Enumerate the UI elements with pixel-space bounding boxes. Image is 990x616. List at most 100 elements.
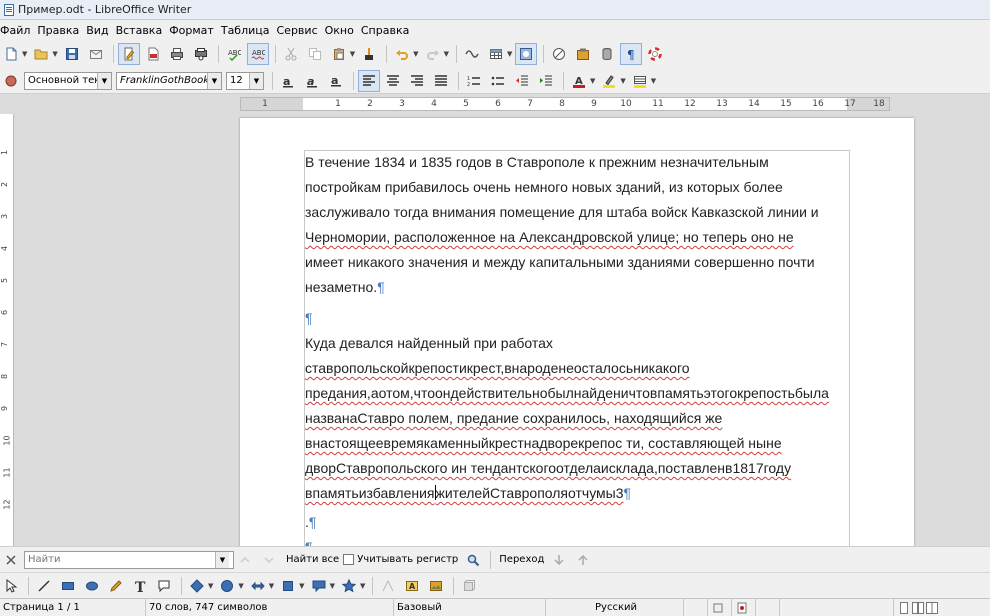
find-previous-button[interactable] xyxy=(234,549,256,571)
find-next-button[interactable] xyxy=(258,549,280,571)
undo-dropdown-arrow[interactable]: ▼ xyxy=(413,50,418,58)
menu-window[interactable]: Окно xyxy=(325,24,361,37)
undo-button[interactable] xyxy=(391,43,413,65)
menu-table[interactable]: Таблица xyxy=(221,24,277,37)
font-color-button[interactable]: A xyxy=(568,70,590,92)
page-indicator[interactable]: Страница 1 / 1 xyxy=(0,598,146,616)
edit-mode-button[interactable] xyxy=(117,43,140,65)
symbol-shapes-button[interactable] xyxy=(216,575,238,597)
menu-file[interactable]: Файл xyxy=(0,24,37,37)
vertical-ruler[interactable]: 1 2 3 4 5 6 7 8 9 10 11 12 xyxy=(0,114,14,546)
justify-button[interactable] xyxy=(430,70,452,92)
print-button[interactable] xyxy=(166,43,188,65)
paragraph-1[interactable]: В течение 1834 и 1835 годов в Ставрополе… xyxy=(305,150,853,300)
search-input[interactable] xyxy=(25,554,215,565)
navigate-up-button[interactable] xyxy=(572,549,594,571)
select-button[interactable] xyxy=(0,575,22,597)
rectangle-button[interactable] xyxy=(57,575,79,597)
font-size-combo[interactable]: 12 ▼ xyxy=(226,71,264,90)
symbol-shapes-dropdown-arrow[interactable]: ▼ xyxy=(238,582,243,590)
match-case-checkbox[interactable] xyxy=(343,554,355,565)
horizontal-ruler[interactable]: 1 1 2 3 4 5 6 7 8 9 10 11 12 13 14 15 16… xyxy=(240,97,890,111)
view-layout[interactable] xyxy=(894,599,954,616)
help-button[interactable] xyxy=(644,43,666,65)
line-button[interactable] xyxy=(33,575,55,597)
styles-button[interactable] xyxy=(0,70,22,92)
underline-button[interactable]: a xyxy=(325,70,347,92)
spellcheck-button[interactable]: ABC xyxy=(223,43,245,65)
align-left-button[interactable] xyxy=(358,69,380,92)
paragraph-3[interactable]: .¶ ¶ xyxy=(305,510,853,546)
callouts-dropdown-arrow[interactable]: ▼ xyxy=(330,582,335,590)
selection-mode[interactable] xyxy=(708,598,732,616)
menu-format[interactable]: Формат xyxy=(169,24,221,37)
gallery-button[interactable] xyxy=(572,43,594,65)
flowchart-button[interactable] xyxy=(277,575,299,597)
navigate-by-label[interactable]: Переход xyxy=(499,554,544,565)
open-dropdown-arrow[interactable]: ▼ xyxy=(52,50,57,58)
document-page[interactable]: В течение 1834 и 1835 годов в Ставрополе… xyxy=(240,118,914,546)
formatting-marks-button[interactable]: ¶ xyxy=(620,43,643,65)
highlighting-button[interactable] xyxy=(598,70,620,92)
callout-button[interactable] xyxy=(153,575,175,597)
bold-button[interactable]: a xyxy=(277,70,299,92)
chevron-down-icon[interactable]: ▼ xyxy=(215,551,229,568)
paragraph-style-combo[interactable]: Основной текст ▼ xyxy=(24,71,112,90)
find-all-button[interactable]: Найти все xyxy=(286,554,339,565)
navigator-button[interactable] xyxy=(548,43,570,65)
numbering-button[interactable]: 12 xyxy=(463,70,485,92)
italic-button[interactable]: a xyxy=(301,70,323,92)
redo-dropdown-arrow[interactable]: ▼ xyxy=(444,50,449,58)
save-button[interactable] xyxy=(61,43,83,65)
menu-view[interactable]: Вид xyxy=(86,24,115,37)
page-style[interactable]: Базовый xyxy=(394,598,546,616)
decrease-indent-button[interactable] xyxy=(511,70,533,92)
font-color-dropdown-arrow[interactable]: ▼ xyxy=(590,77,595,85)
search-field[interactable]: ▼ xyxy=(24,550,234,569)
redo-button[interactable] xyxy=(422,43,444,65)
language[interactable]: Русский xyxy=(546,598,684,616)
autospellcheck-button[interactable]: ABC xyxy=(246,43,269,65)
export-pdf-button[interactable] xyxy=(142,43,164,65)
word-count[interactable]: 70 слов, 747 символов xyxy=(146,598,394,616)
background-color-button[interactable] xyxy=(629,70,651,92)
chevron-down-icon[interactable]: ▼ xyxy=(97,72,111,89)
email-button[interactable] xyxy=(85,43,107,65)
font-name-combo[interactable]: FranklinGothBookTT ▼ xyxy=(116,71,222,90)
empty-paragraph[interactable]: ¶ xyxy=(305,306,853,331)
stars-button[interactable] xyxy=(338,575,360,597)
new-dropdown-arrow[interactable]: ▼ xyxy=(22,50,27,58)
paste-button[interactable] xyxy=(328,43,350,65)
stars-dropdown-arrow[interactable]: ▼ xyxy=(360,582,365,590)
freeform-line-button[interactable] xyxy=(105,575,127,597)
flowchart-dropdown-arrow[interactable]: ▼ xyxy=(299,582,304,590)
points-button[interactable] xyxy=(377,575,399,597)
show-draw-functions-button[interactable] xyxy=(515,43,538,65)
block-arrows-dropdown-arrow[interactable]: ▼ xyxy=(269,582,274,590)
data-sources-button[interactable] xyxy=(596,43,618,65)
open-button[interactable] xyxy=(30,43,52,65)
fontwork-gallery-button[interactable]: A xyxy=(401,575,423,597)
clone-formatting-button[interactable] xyxy=(358,43,380,65)
hyperlink-button[interactable] xyxy=(461,43,483,65)
table-dropdown-arrow[interactable]: ▼ xyxy=(507,50,512,58)
extrusion-toggle-button[interactable] xyxy=(458,575,480,597)
chevron-down-icon[interactable]: ▼ xyxy=(249,72,263,89)
navigate-down-button[interactable] xyxy=(548,549,570,571)
copy-button[interactable] xyxy=(304,43,326,65)
block-arrows-button[interactable] xyxy=(247,575,269,597)
from-file-button[interactable] xyxy=(425,575,447,597)
menu-tools[interactable]: Сервис xyxy=(277,24,325,37)
table-button[interactable] xyxy=(485,43,507,65)
menu-insert[interactable]: Вставка xyxy=(116,24,170,37)
digital-signature[interactable] xyxy=(756,598,780,616)
ellipse-button[interactable] xyxy=(81,575,103,597)
highlighting-dropdown-arrow[interactable]: ▼ xyxy=(620,77,625,85)
insert-mode[interactable] xyxy=(684,598,708,616)
callouts-button[interactable] xyxy=(308,575,330,597)
document-modified[interactable] xyxy=(732,598,756,616)
cut-button[interactable] xyxy=(280,43,302,65)
new-document-button[interactable] xyxy=(0,43,22,65)
basic-shapes-dropdown-arrow[interactable]: ▼ xyxy=(208,582,213,590)
align-center-button[interactable] xyxy=(382,70,404,92)
